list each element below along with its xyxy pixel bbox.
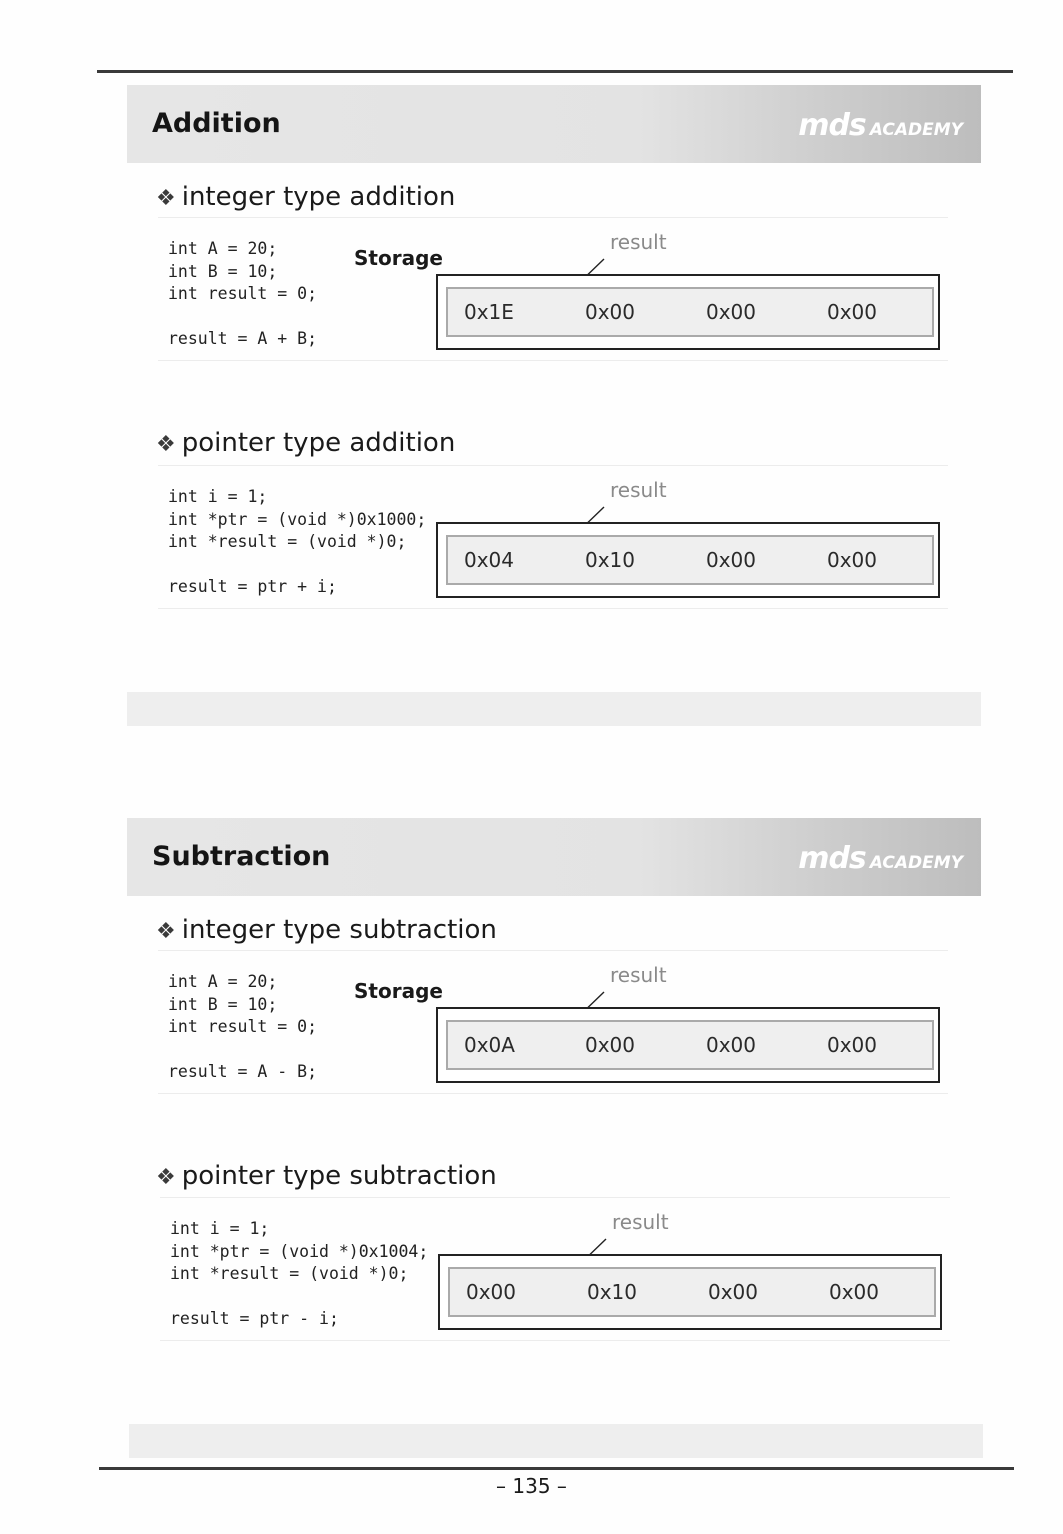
memory-bytes: 0x0A 0x00 0x00 0x00 <box>446 1020 934 1070</box>
memory-frame: 0x00 0x10 0x00 0x00 <box>438 1254 942 1330</box>
section-title: Subtraction <box>152 841 331 872</box>
byte-cell: 0x00 <box>706 548 757 572</box>
storage-label: Storage <box>354 246 443 270</box>
byte-cell: 0x00 <box>706 1033 757 1057</box>
section-banner-subtraction: Subtraction mds ACADEMY <box>127 818 981 896</box>
code-snippet: int i = 1; int *ptr = (void *)0x1004; in… <box>170 1219 429 1328</box>
page-number: – 135 – <box>496 1474 567 1498</box>
byte-cell: 0x00 <box>827 548 878 572</box>
mds-academy-logo: mds ACADEMY <box>798 108 963 143</box>
example-heading: ❖ pointer type subtraction <box>156 1161 497 1191</box>
diamond-bullet-icon: ❖ <box>156 186 176 211</box>
example-heading: ❖ integer type subtraction <box>156 915 497 945</box>
byte-cell: 0x00 <box>585 1033 636 1057</box>
diamond-bullet-icon: ❖ <box>156 1165 176 1190</box>
example-panel: int A = 20; int B = 10; int result = 0; … <box>158 950 948 1094</box>
example-heading: ❖ pointer type addition <box>156 428 456 458</box>
gray-band <box>127 692 981 726</box>
byte-cell: 0x00 <box>829 1280 880 1304</box>
example-panel: int A = 20; int B = 10; int result = 0; … <box>158 217 948 361</box>
diamond-bullet-icon: ❖ <box>156 432 176 457</box>
byte-cell: 0x1E <box>464 300 514 324</box>
result-label: result <box>610 230 667 254</box>
bottom-rule <box>99 1467 1014 1470</box>
byte-cell: 0x00 <box>827 1033 878 1057</box>
code-snippet: int A = 20; int B = 10; int result = 0; … <box>168 239 318 348</box>
byte-cell: 0x00 <box>585 300 636 324</box>
memory-bytes: 0x00 0x10 0x00 0x00 <box>448 1267 936 1317</box>
memory-bytes: 0x04 0x10 0x00 0x00 <box>446 535 934 585</box>
memory-frame: 0x1E 0x00 0x00 0x00 <box>436 274 940 350</box>
mds-academy-logo: mds ACADEMY <box>798 841 963 876</box>
memory-bytes: 0x1E 0x00 0x00 0x00 <box>446 287 934 337</box>
section-title: Addition <box>152 108 281 139</box>
byte-cell: 0x00 <box>466 1280 517 1304</box>
section-banner-addition: Addition mds ACADEMY <box>127 85 981 163</box>
top-rule <box>97 70 1013 73</box>
result-label: result <box>610 963 667 987</box>
memory-frame: 0x04 0x10 0x00 0x00 <box>436 522 940 598</box>
diamond-bullet-icon: ❖ <box>156 919 176 944</box>
byte-cell: 0x00 <box>708 1280 759 1304</box>
byte-cell: 0x00 <box>706 300 757 324</box>
example-panel: int i = 1; int *ptr = (void *)0x1004; in… <box>160 1197 950 1341</box>
memory-frame: 0x0A 0x00 0x00 0x00 <box>436 1007 940 1083</box>
gray-band <box>129 1424 983 1458</box>
example-panel: int i = 1; int *ptr = (void *)0x1000; in… <box>158 465 948 609</box>
result-label: result <box>612 1210 669 1234</box>
example-heading: ❖ integer type addition <box>156 182 456 212</box>
code-snippet: int i = 1; int *ptr = (void *)0x1000; in… <box>168 487 427 596</box>
byte-cell: 0x00 <box>827 300 878 324</box>
code-snippet: int A = 20; int B = 10; int result = 0; … <box>168 972 318 1081</box>
byte-cell: 0x0A <box>464 1033 515 1057</box>
result-label: result <box>610 478 667 502</box>
byte-cell: 0x10 <box>585 548 636 572</box>
storage-label: Storage <box>354 979 443 1003</box>
byte-cell: 0x04 <box>464 548 515 572</box>
byte-cell: 0x10 <box>587 1280 638 1304</box>
